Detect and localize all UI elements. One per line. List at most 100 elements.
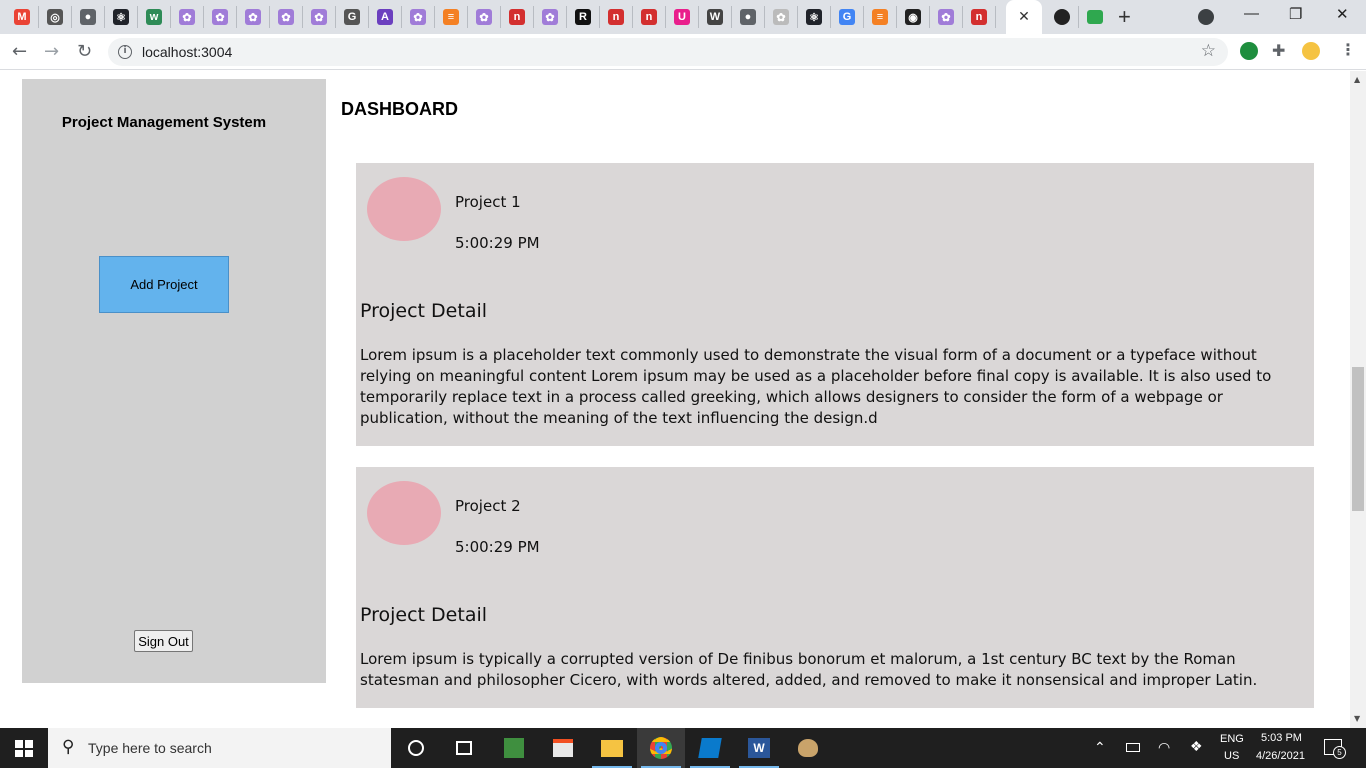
vscode-icon[interactable] [686, 728, 734, 768]
minimize-button[interactable]: — [1244, 5, 1259, 22]
browser-tab[interactable]: U [666, 6, 699, 28]
tab-chat[interactable] [1080, 6, 1110, 28]
project-card: Project 1 5:00:29 PM Project Detail Lore… [356, 163, 1314, 446]
project-time: 5:00:29 PM [455, 538, 540, 556]
active-tab[interactable]: ✕ [1006, 0, 1042, 34]
tray-chevron-icon[interactable]: ⌃ [1094, 739, 1106, 756]
battery-icon[interactable] [1126, 743, 1140, 752]
browser-tab[interactable]: ≡ [435, 6, 468, 28]
word-icon[interactable]: W [735, 728, 783, 768]
browser-tab[interactable]: ⚛ [105, 6, 138, 28]
add-project-button[interactable]: Add Project [99, 256, 229, 313]
clock-date[interactable]: 4/26/2021 [1256, 750, 1305, 762]
browser-tab[interactable]: ◉ [897, 6, 930, 28]
browser-tab[interactable]: G [831, 6, 864, 28]
browser-tab[interactable]: G [336, 6, 369, 28]
n-icon: n [641, 9, 657, 25]
browser-tab[interactable]: ⚛ [798, 6, 831, 28]
chart-app-icon[interactable] [490, 728, 538, 768]
browser-tab[interactable]: ≡ [864, 6, 897, 28]
browser-tab[interactable]: n [963, 6, 996, 28]
browser-tab[interactable]: ✿ [765, 6, 798, 28]
dropbox-icon[interactable]: ❖ [1190, 738, 1203, 755]
react-icon: ⚛ [806, 9, 822, 25]
browser-toolbar: ← → ↻ i localhost:3004 ☆ ✚ ⋮ [0, 34, 1366, 70]
language-bottom[interactable]: US [1224, 750, 1239, 762]
notification-center-icon[interactable]: 5 [1324, 739, 1346, 759]
openai-icon: ✿ [245, 9, 261, 25]
browser-tab[interactable]: ✿ [237, 6, 270, 28]
puzzle-icon[interactable]: ✚ [1272, 41, 1285, 60]
gmail-icon: M [14, 9, 30, 25]
project-name: Project 1 [455, 193, 521, 211]
page-scrollbar[interactable]: ▲ ▼ [1350, 71, 1366, 728]
store-icon[interactable] [539, 728, 587, 768]
maximize-button[interactable]: ❐ [1289, 5, 1302, 23]
browser-tab[interactable]: ◎ [39, 6, 72, 28]
openai-icon: ✿ [278, 9, 294, 25]
scroll-down-icon[interactable]: ▼ [1354, 714, 1360, 723]
browser-tab[interactable]: ✿ [534, 6, 567, 28]
browser-tab[interactable]: W [699, 6, 732, 28]
browser-tab[interactable]: M [6, 6, 39, 28]
back-icon[interactable]: ← [12, 41, 27, 62]
n-icon: n [509, 9, 525, 25]
browser-tab[interactable]: ● [732, 6, 765, 28]
doc-icon: G [344, 9, 360, 25]
chrome-icon[interactable] [637, 728, 685, 768]
browser-tab[interactable]: n [600, 6, 633, 28]
browser-tab[interactable]: w [138, 6, 171, 28]
browser-tab[interactable]: ✿ [402, 6, 435, 28]
openai-icon: ✿ [476, 9, 492, 25]
taskbar-search-placeholder[interactable]: Type here to search [88, 740, 212, 756]
wifi-icon[interactable]: ◠ [1158, 739, 1170, 756]
search-icon: ⚲ [62, 737, 75, 757]
browser-tab[interactable]: ✿ [930, 6, 963, 28]
sign-out-button[interactable]: Sign Out [134, 630, 193, 652]
sidebar: Project Management System Add Project Si… [22, 79, 326, 683]
w-icon: w [146, 9, 162, 25]
app-title: Project Management System [61, 114, 267, 131]
new-tab-button[interactable]: + [1118, 4, 1131, 30]
browser-tab[interactable]: A [369, 6, 402, 28]
reload-icon[interactable]: ↻ [77, 41, 92, 62]
notification-count-badge: 5 [1333, 746, 1346, 759]
cortana-icon[interactable] [392, 728, 440, 768]
menu-icon[interactable]: ⋮ [1340, 40, 1356, 59]
browser-tab[interactable]: ● [72, 6, 105, 28]
windows-start-icon[interactable] [15, 740, 33, 757]
chat-icon [1087, 10, 1103, 24]
browser-tab[interactable]: ✿ [303, 6, 336, 28]
file-explorer-icon[interactable] [588, 728, 636, 768]
browser-tab[interactable]: ✿ [204, 6, 237, 28]
openai-icon: ✿ [311, 9, 327, 25]
tab-search-icon[interactable] [1198, 9, 1214, 25]
r-icon: R [575, 9, 591, 25]
bookmark-star-icon[interactable]: ☆ [1201, 41, 1216, 61]
close-window-button[interactable]: ✕ [1336, 5, 1349, 23]
close-tab-icon[interactable]: ✕ [1018, 9, 1030, 25]
task-view-icon[interactable] [440, 728, 488, 768]
openai-icon: ✿ [542, 9, 558, 25]
browser-tab[interactable]: ✿ [468, 6, 501, 28]
taskbar-search-box[interactable]: ⚲ Type here to search [48, 728, 391, 768]
paint-icon[interactable] [784, 728, 832, 768]
clock-time[interactable]: 5:03 PM [1261, 732, 1302, 744]
browser-tab[interactable]: ✿ [171, 6, 204, 28]
project-detail-text: Lorem ipsum is a placeholder text common… [360, 346, 1272, 427]
profile-avatar[interactable] [1302, 42, 1320, 60]
address-bar[interactable]: i localhost:3004 ☆ [108, 38, 1228, 66]
scroll-thumb[interactable] [1352, 367, 1364, 511]
extension-icon[interactable] [1240, 42, 1258, 60]
language-top[interactable]: ENG [1220, 733, 1244, 745]
browser-tab[interactable]: R [567, 6, 600, 28]
scroll-up-icon[interactable]: ▲ [1354, 75, 1360, 84]
url-text[interactable]: localhost:3004 [142, 44, 232, 60]
browser-tab[interactable]: n [633, 6, 666, 28]
tab-github[interactable] [1046, 6, 1079, 28]
openai-icon: ✿ [410, 9, 426, 25]
site-info-icon[interactable]: i [118, 45, 132, 59]
browser-tab[interactable]: ✿ [270, 6, 303, 28]
forward-icon[interactable]: → [44, 41, 59, 62]
browser-tab[interactable]: n [501, 6, 534, 28]
